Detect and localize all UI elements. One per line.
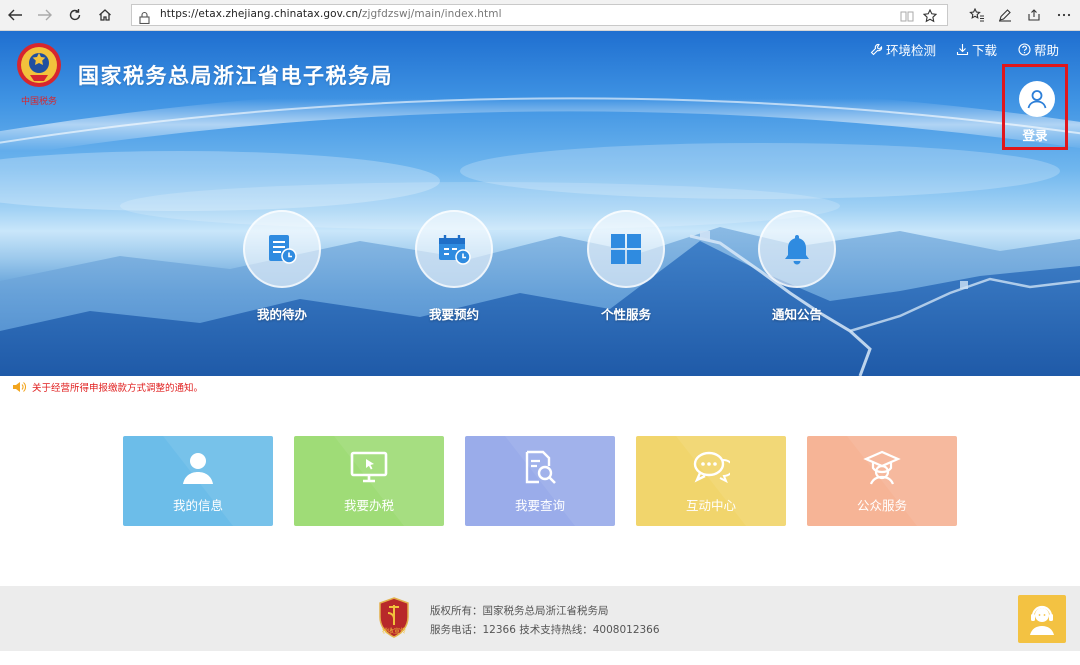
quick-access-label: 我的待办: [256, 307, 307, 322]
quick-access-label: 通知公告: [771, 307, 822, 322]
refresh-icon: [69, 9, 81, 21]
quick-access-label: 个性服务: [600, 307, 651, 322]
env-check-link[interactable]: 环境检测: [870, 40, 936, 59]
help-label: 帮助: [1034, 43, 1060, 58]
share-icon: [1028, 9, 1040, 21]
share-button[interactable]: [1022, 4, 1046, 26]
calendar-clock-icon: [439, 235, 471, 265]
forward-button[interactable]: [33, 4, 57, 26]
more-horizontal-icon: [1057, 13, 1071, 17]
quick-access-todo[interactable]: 我的待办: [242, 210, 322, 323]
env-check-label: 环境检测: [886, 43, 937, 58]
address-bar[interactable]: https://etax.zhejiang.chinatax.gov.cn/zj…: [131, 4, 948, 26]
refresh-button[interactable]: [63, 4, 87, 26]
url-host: https://etax.zhejiang.chinatax.gov.cn/: [160, 8, 362, 20]
favorites-hub-button[interactable]: [965, 4, 989, 26]
tile-label: 我的信息: [172, 498, 223, 513]
tile-public-service[interactable]: 公众服务: [807, 436, 957, 526]
bottom-strip: [0, 651, 1080, 665]
book-icon: [900, 11, 914, 22]
emblem-caption: 中国税务: [21, 95, 57, 107]
grid-icon: [611, 234, 641, 264]
home-icon: [99, 9, 111, 21]
site-title: 国家税务总局浙江省电子税务局: [78, 64, 393, 88]
hotline-text: 服务电话：12366 技术支持热线：4008012366: [430, 624, 660, 636]
user-icon: [183, 453, 213, 484]
tile-label: 我要办税: [343, 498, 394, 513]
quick-access-circle: [243, 210, 321, 288]
todo-document-icon: [269, 235, 297, 264]
quick-access-circle: [758, 210, 836, 288]
quick-access-notice[interactable]: 通知公告: [757, 210, 837, 323]
arrow-right-icon: [38, 9, 52, 21]
quick-access-personal-service[interactable]: 个性服务: [586, 210, 666, 323]
speaker-icon: [13, 382, 26, 392]
download-link[interactable]: 下载: [956, 40, 997, 59]
monitor-icon: [350, 451, 388, 483]
favorites-list-icon: [969, 8, 984, 22]
wrench-icon: [870, 43, 883, 56]
star-icon: [923, 9, 937, 23]
tile-query[interactable]: 我要查询: [465, 436, 615, 526]
notice-bar[interactable]: 关于经营所得申报缴款方式调整的通知。: [12, 380, 203, 394]
back-button[interactable]: [3, 4, 27, 26]
online-service-button[interactable]: [1018, 595, 1066, 643]
url-text: https://etax.zhejiang.chinatax.gov.cn/zj…: [160, 8, 502, 20]
tax-emblem-logo: 中国税务: [14, 41, 64, 111]
download-label: 下载: [972, 43, 998, 58]
notes-button[interactable]: [993, 4, 1017, 26]
tile-label: 互动中心: [685, 498, 736, 513]
quick-access-circle: [587, 210, 665, 288]
browser-toolbar: https://etax.zhejiang.chinatax.gov.cn/zj…: [0, 0, 1080, 31]
help-link[interactable]: 帮助: [1018, 40, 1059, 59]
document-search-icon: [525, 450, 556, 484]
notice-text[interactable]: 关于经营所得申报缴款方式调整的通知。: [32, 380, 203, 394]
customer-service-icon: [1030, 605, 1054, 635]
chat-bubbles-icon: [693, 451, 730, 484]
reading-view-button[interactable]: [899, 8, 915, 24]
tile-label: 我要查询: [514, 498, 565, 513]
quick-access-appointment[interactable]: 我要预约: [414, 210, 494, 323]
hero-banner: 中国税务 国家税务总局浙江省电子税务局 环境检测 下载 帮助 登录 我的待办 我…: [0, 31, 1080, 376]
login-label: 登录: [1022, 128, 1048, 143]
tile-tax-filing[interactable]: 我要办税: [294, 436, 444, 526]
url-path: zjgfdzswj/main/index.html: [361, 8, 502, 20]
login-button[interactable]: 登录: [1002, 64, 1068, 150]
arrow-left-icon: [8, 9, 22, 21]
tax-promo-logo: 税收宣传: [377, 597, 411, 639]
download-icon: [956, 44, 969, 56]
bell-icon: [785, 235, 809, 265]
user-avatar-icon: [1019, 81, 1055, 117]
footer-logo-caption: 税收宣传: [382, 627, 406, 635]
pen-icon: [999, 9, 1011, 22]
tile-interaction-center[interactable]: 互动中心: [636, 436, 786, 526]
more-button[interactable]: [1052, 4, 1076, 26]
quick-access-circle: [415, 210, 493, 288]
copyright-text: 版权所有：国家税务总局浙江省税务局: [430, 605, 609, 617]
footer: 税收宣传 版权所有：国家税务总局浙江省税务局 服务电话：12366 技术支持热线…: [0, 586, 1080, 651]
lock-icon: [139, 9, 150, 28]
home-button[interactable]: [93, 4, 117, 26]
help-icon: [1018, 43, 1031, 56]
quick-access-label: 我要预约: [428, 307, 479, 322]
graduate-icon: [863, 450, 901, 485]
favorite-button[interactable]: [922, 8, 938, 24]
tile-my-info[interactable]: 我的信息: [123, 436, 273, 526]
tile-label: 公众服务: [856, 498, 907, 513]
